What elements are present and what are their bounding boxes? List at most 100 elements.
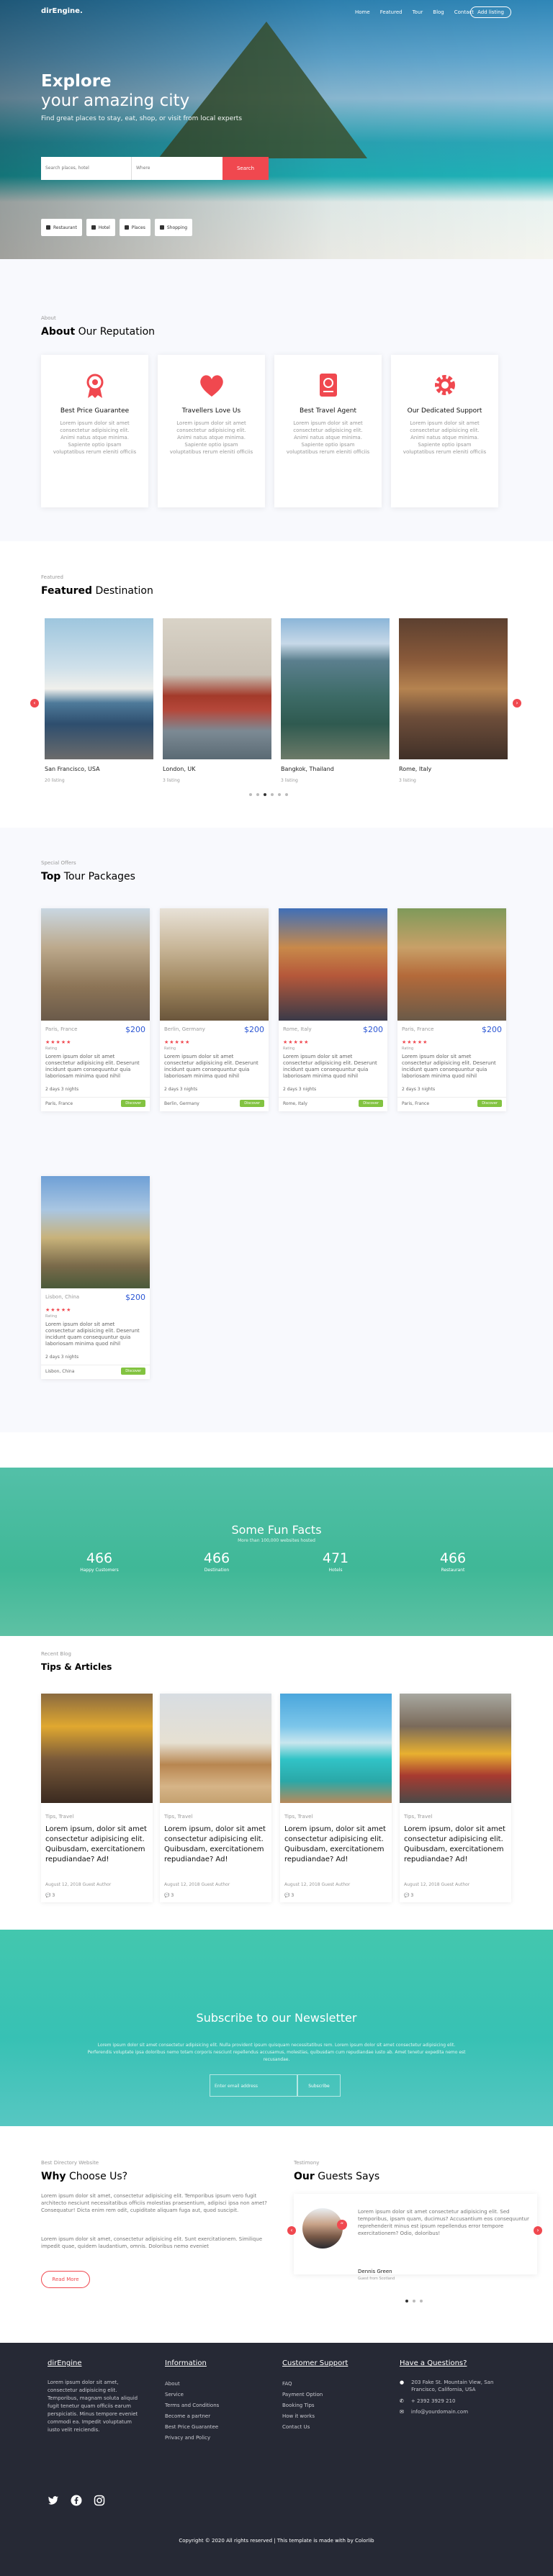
nav-link-home[interactable]: Home [355, 9, 370, 15]
blog-post-title[interactable]: Lorem ipsum, dolor sit amet consectetur … [284, 1825, 389, 1865]
package-image[interactable] [160, 908, 269, 1021]
destination-image[interactable] [281, 618, 390, 759]
twitter-icon[interactable] [48, 2495, 59, 2506]
category-restaurant[interactable]: Restaurant [41, 219, 82, 236]
blog-comments[interactable]: 💬 3 [45, 1893, 55, 1898]
package-location: Lisbon, China [45, 1294, 80, 1300]
footer-link-about[interactable]: About [165, 2379, 219, 2390]
package-card: Berlin, Germany $200 ★★★★★ Rating Lorem … [160, 908, 269, 1111]
carousel-dot[interactable] [271, 793, 274, 796]
blog-post-title[interactable]: Lorem ipsum, dolor sit amet consectetur … [45, 1825, 150, 1865]
carousel-dot[interactable] [413, 2300, 415, 2302]
blog-image[interactable] [280, 1694, 392, 1803]
carousel-dot[interactable] [249, 793, 252, 796]
blog-comments[interactable]: 💬 3 [284, 1893, 294, 1898]
blog-category[interactable]: Tips, Travel [284, 1814, 313, 1820]
blog-category[interactable]: Tips, Travel [404, 1814, 432, 1820]
package-image[interactable] [41, 908, 150, 1021]
footer-link-service[interactable]: Service [165, 2390, 219, 2400]
package-image[interactable] [41, 1176, 150, 1288]
destination-name[interactable]: San Francisco, USA [45, 766, 100, 772]
carousel-dot[interactable] [405, 2300, 408, 2302]
blog-category[interactable]: Tips, Travel [164, 1814, 192, 1820]
destination-image[interactable] [399, 618, 508, 759]
carousel-prev-button[interactable]: ‹ [30, 699, 39, 708]
search-button[interactable]: Search [222, 157, 269, 180]
carousel-dot[interactable] [420, 2300, 423, 2302]
package-days: 2 days 3 nights [45, 1087, 79, 1092]
discover-button[interactable]: Discover [359, 1100, 383, 1107]
map-pin-icon: ● [400, 2380, 405, 2385]
nav-link-blog[interactable]: Blog [433, 9, 444, 15]
footer-link-payment[interactable]: Payment Option [282, 2390, 348, 2400]
package-price: $200 [125, 1025, 145, 1034]
testimonial-prev-button[interactable]: ‹ [287, 2226, 296, 2235]
testimonial-next-button[interactable]: › [534, 2226, 542, 2235]
destination-name[interactable]: London, UK [163, 766, 196, 772]
footer-link-contact[interactable]: Contact Us [282, 2422, 348, 2433]
add-listing-button[interactable]: Add listing [470, 6, 511, 18]
carousel-dot[interactable] [264, 793, 266, 796]
footer-link-price[interactable]: Best Price Guarantee [165, 2422, 219, 2433]
category-hotel[interactable]: Hotel [86, 219, 115, 236]
footer-email[interactable]: ✉ info@yourdomain.com [400, 2407, 515, 2418]
footer-link-how[interactable]: How it works [282, 2411, 348, 2422]
blog-date: August 12, 2018 Guest Author [45, 1882, 112, 1887]
blog-category[interactable]: Tips, Travel [45, 1814, 73, 1820]
discover-button[interactable]: Discover [240, 1100, 264, 1107]
destination-image[interactable] [163, 618, 271, 759]
rating-stars: ★★★★★ [283, 1039, 310, 1045]
about-card: Best Travel Agent Lorem ipsum dolor sit … [274, 355, 382, 507]
category-places[interactable]: Places [119, 219, 150, 236]
where-input[interactable]: Where [132, 157, 222, 180]
blog-comments[interactable]: 💬 3 [404, 1893, 413, 1898]
blog-image[interactable] [41, 1694, 153, 1803]
package-rating-label: Rating [402, 1047, 414, 1051]
search-input[interactable]: Search places, hotel [41, 157, 132, 180]
blog-post-title[interactable]: Lorem ipsum, dolor sit amet consectetur … [404, 1825, 508, 1865]
blog-image[interactable] [160, 1694, 271, 1803]
footer-link-booking[interactable]: Booking Tips [282, 2400, 348, 2411]
featured-title: Featured Destination [41, 585, 153, 597]
package-price: $200 [482, 1025, 502, 1034]
destination-name[interactable]: Rome, Italy [399, 766, 431, 772]
package-image[interactable] [397, 908, 506, 1021]
blog-title: Tips & Articles [41, 1662, 112, 1672]
footer-link-faq[interactable]: FAQ [282, 2379, 348, 2390]
instagram-icon[interactable] [94, 2495, 105, 2506]
destination-name[interactable]: Bangkok, Thailand [281, 766, 334, 772]
navbar: dirEngine. Home Featured Tour Blog Conta… [0, 0, 553, 24]
footer-link-partner[interactable]: Become a partner [165, 2411, 219, 2422]
carousel-dot[interactable] [285, 793, 288, 796]
package-image[interactable] [279, 908, 387, 1021]
blog-comments[interactable]: 💬 3 [164, 1893, 174, 1898]
subscribe-button[interactable]: Subscribe [297, 2074, 341, 2097]
email-input[interactable]: Enter email address [210, 2074, 297, 2097]
discover-button[interactable]: Discover [121, 1100, 145, 1107]
category-shopping[interactable]: Shopping [154, 219, 193, 236]
footer-link-privacy[interactable]: Privacy and Policy [165, 2433, 219, 2444]
nav-link-tour[interactable]: Tour [413, 9, 423, 15]
footer-phone[interactable]: ✆ + 2392 3929 210 [400, 2396, 515, 2407]
carousel-dot[interactable] [256, 793, 259, 796]
carousel-next-button[interactable]: › [513, 699, 521, 708]
blog-card: Tips, Travel Lorem ipsum, dolor sit amet… [280, 1694, 392, 1902]
blog-sub: Recent Blog [41, 1651, 71, 1657]
carousel-dot[interactable] [278, 793, 281, 796]
blog-post-title[interactable]: Lorem ipsum, dolor sit amet consectetur … [164, 1825, 269, 1865]
blog-image[interactable] [400, 1694, 511, 1803]
footer-address: ● 203 Fake St. Mountain View, San Francis… [400, 2379, 515, 2393]
nav-link-featured[interactable]: Featured [380, 9, 403, 15]
facebook-icon[interactable] [71, 2495, 82, 2506]
discover-button[interactable]: Discover [121, 1368, 145, 1375]
testimonial-title-rest: Guests Says [318, 2171, 380, 2182]
logo[interactable]: dirEngine. [41, 7, 83, 15]
discover-button[interactable]: Discover [477, 1100, 502, 1107]
comment-count: 3 [410, 1893, 414, 1898]
destination-image[interactable] [45, 618, 153, 759]
read-more-button[interactable]: Read More [41, 2271, 90, 2288]
footer-link-terms[interactable]: Terms and Conditions [165, 2400, 219, 2411]
footer-about: dirEngine Lorem ipsum dolor sit amet, co… [48, 2359, 145, 2434]
footer-heading: Customer Support [282, 2359, 349, 2367]
newsletter-section: Subscribe to our Newsletter Lorem ipsum … [0, 1930, 553, 2126]
